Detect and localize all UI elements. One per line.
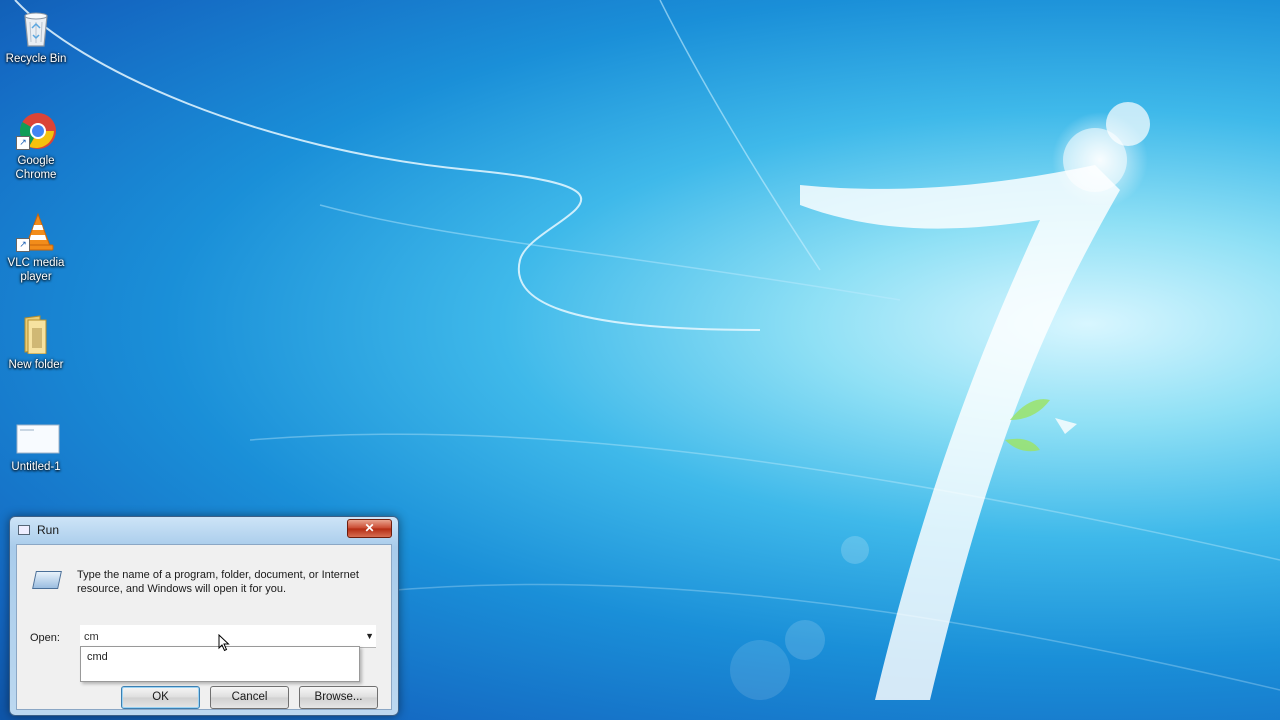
desktop-icon-untitled-1[interactable]: Untitled-1: [3, 424, 69, 474]
desktop-icon-recycle-bin[interactable]: Recycle Bin: [3, 8, 69, 66]
open-label: Open:: [30, 632, 60, 644]
autocomplete-item[interactable]: cmd: [87, 651, 108, 663]
document-icon: [16, 424, 60, 456]
run-description: Type the name of a program, folder, docu…: [77, 569, 359, 595]
chrome-icon: ↗: [16, 110, 56, 150]
desktop-icon-label: Google Chrome: [15, 155, 57, 181]
run-window-icon: [18, 525, 30, 535]
shortcut-arrow-icon: ↗: [16, 238, 30, 252]
desktop-icon-label: VLC media player: [7, 257, 65, 283]
close-button[interactable]: ✕: [347, 519, 392, 538]
desktop-icon-google-chrome[interactable]: ↗ Google Chrome: [3, 110, 69, 182]
desktop-icon-vlc[interactable]: ↗ VLC media player: [3, 212, 69, 284]
folder-icon: [16, 314, 56, 355]
run-dialog: Run ✕ Type the name of a program, folder…: [9, 516, 399, 716]
vlc-icon: ↗: [16, 212, 56, 252]
shortcut-arrow-icon: ↗: [16, 136, 30, 150]
desktop-icon-label: New folder: [8, 359, 64, 371]
run-dialog-body: Type the name of a program, folder, docu…: [16, 544, 392, 710]
browse-button[interactable]: Browse...: [299, 686, 378, 709]
run-title: Run: [37, 523, 60, 537]
run-program-icon: [32, 571, 62, 589]
cancel-button[interactable]: Cancel: [210, 686, 289, 709]
desktop-icon-label: Untitled-1: [11, 461, 61, 473]
run-titlebar[interactable]: Run ✕: [10, 517, 398, 543]
ok-button[interactable]: OK: [121, 686, 200, 709]
desktop-icon-label: Recycle Bin: [5, 53, 67, 65]
recycle-bin-icon: [16, 8, 56, 48]
chevron-down-icon[interactable]: ▼: [365, 631, 374, 641]
desktop-icon-new-folder[interactable]: New folder: [3, 314, 69, 372]
mouse-cursor-icon: [218, 634, 230, 652]
